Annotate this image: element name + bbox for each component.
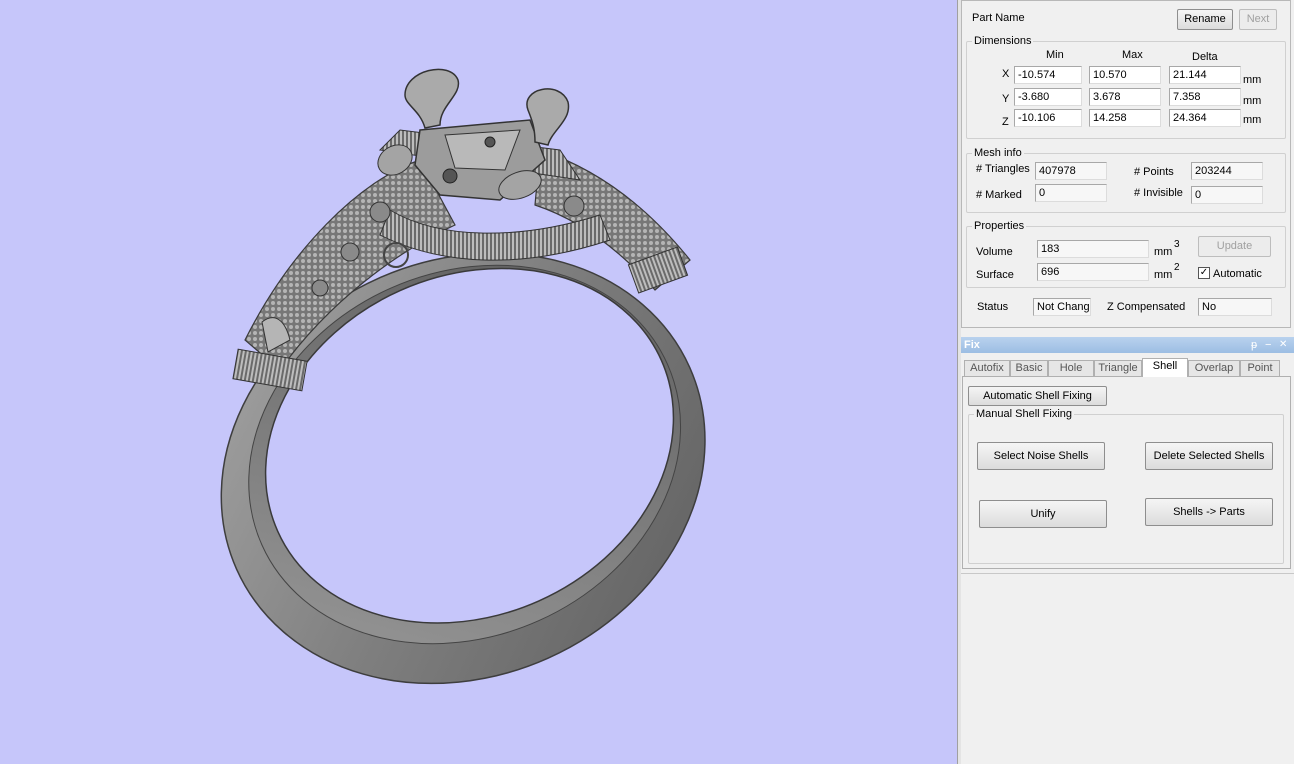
volume-value: 183 [1037, 240, 1149, 258]
dimension-x-max[interactable]: 10.570 [1089, 66, 1161, 84]
panel-bottom-divider [961, 573, 1294, 574]
tab-basic[interactable]: Basic [1010, 360, 1048, 376]
dimension-y-min[interactable]: -3.680 [1014, 88, 1082, 106]
select-noise-shells-button[interactable]: Select Noise Shells [977, 442, 1105, 470]
marked-value: 0 [1035, 184, 1107, 202]
triangles-value: 407978 [1035, 162, 1107, 180]
dimension-x-delta[interactable]: 21.144 [1169, 66, 1241, 84]
dimension-axis-y: Y [1002, 93, 1010, 105]
dimension-z-delta[interactable]: 24.364 [1169, 109, 1241, 127]
ring-model[interactable] [0, 0, 957, 764]
dimensions-title: Dimensions [972, 35, 1034, 47]
dimension-z-max[interactable]: 14.258 [1089, 109, 1161, 127]
tab-point[interactable]: Point [1240, 360, 1280, 376]
status-label: Status [977, 301, 1009, 313]
manual-shell-fixing-title: Manual Shell Fixing [974, 408, 1074, 420]
invisible-label: # Invisible [1134, 187, 1183, 199]
minimize-icon[interactable]: − [1265, 337, 1271, 353]
tab-triangle[interactable]: Triangle [1094, 360, 1142, 376]
shells-to-parts-button[interactable]: Shells -> Parts [1145, 498, 1273, 526]
marked-label: # Marked [976, 189, 1022, 201]
dimensions-col-max: Max [1122, 49, 1143, 61]
pin-icon[interactable]: ᵽ [1251, 337, 1257, 353]
unify-button[interactable]: Unify [979, 500, 1107, 528]
fix-panel-titlebar[interactable]: Fix ᵽ − ✕ [961, 337, 1294, 353]
manual-shell-fixing-group [968, 414, 1284, 564]
tab-overlap[interactable]: Overlap [1188, 360, 1240, 376]
automatic-label: Automatic [1213, 268, 1262, 280]
dimension-y-unit: mm [1243, 95, 1262, 107]
dimension-axis-z: Z [1002, 116, 1009, 128]
invisible-value: 0 [1191, 186, 1263, 204]
mesh-info-title: Mesh info [972, 147, 1024, 159]
dimension-z-unit: mm [1243, 114, 1262, 126]
properties-title: Properties [972, 220, 1027, 232]
automatic-shell-fixing-button[interactable]: Automatic Shell Fixing [968, 386, 1107, 406]
surface-label: Surface [976, 269, 1014, 281]
shell-tab-pane: Automatic Shell Fixing Manual Shell Fixi… [962, 376, 1291, 569]
tab-shell[interactable]: Shell [1142, 358, 1188, 377]
triangles-label: # Triangles [976, 163, 1030, 175]
rename-button[interactable]: Rename [1177, 9, 1233, 30]
dimension-x-unit: mm [1243, 74, 1262, 86]
volume-label: Volume [976, 246, 1013, 258]
part-name-label: Part Name [972, 12, 1025, 24]
part-properties-panel: Part Name Rename Next Dimensions Min Max… [961, 0, 1294, 764]
z-compensated-label: Z Compensated [1107, 301, 1186, 313]
delete-selected-shells-button[interactable]: Delete Selected Shells [1145, 442, 1273, 470]
points-value: 203244 [1191, 162, 1263, 180]
close-icon[interactable]: ✕ [1279, 337, 1287, 353]
dimensions-col-delta: Delta [1192, 51, 1218, 63]
3d-viewport[interactable] [0, 0, 957, 764]
points-label: # Points [1134, 166, 1174, 178]
dimension-x-min[interactable]: -10.574 [1014, 66, 1082, 84]
tab-autofix[interactable]: Autofix [964, 360, 1010, 376]
dimension-y-max[interactable]: 3.678 [1089, 88, 1161, 106]
surface-value: 696 [1037, 263, 1149, 281]
tab-hole[interactable]: Hole [1048, 360, 1094, 376]
dimension-z-min[interactable]: -10.106 [1014, 109, 1082, 127]
z-compensated-value: No [1198, 298, 1272, 316]
volume-unit-exponent: 3 [1174, 239, 1180, 250]
update-button[interactable]: Update [1198, 236, 1271, 257]
next-button[interactable]: Next [1239, 9, 1277, 30]
automatic-checkbox[interactable]: ✓ [1198, 267, 1210, 279]
dimensions-col-min: Min [1046, 49, 1064, 61]
surface-unit: mm [1154, 269, 1173, 281]
surface-unit-exponent: 2 [1174, 262, 1180, 273]
volume-unit: mm [1154, 246, 1173, 258]
fix-panel-title: Fix [964, 339, 980, 351]
status-value: Not Changed [1033, 298, 1091, 316]
dimension-y-delta[interactable]: 7.358 [1169, 88, 1241, 106]
dimension-axis-x: X [1002, 68, 1010, 80]
